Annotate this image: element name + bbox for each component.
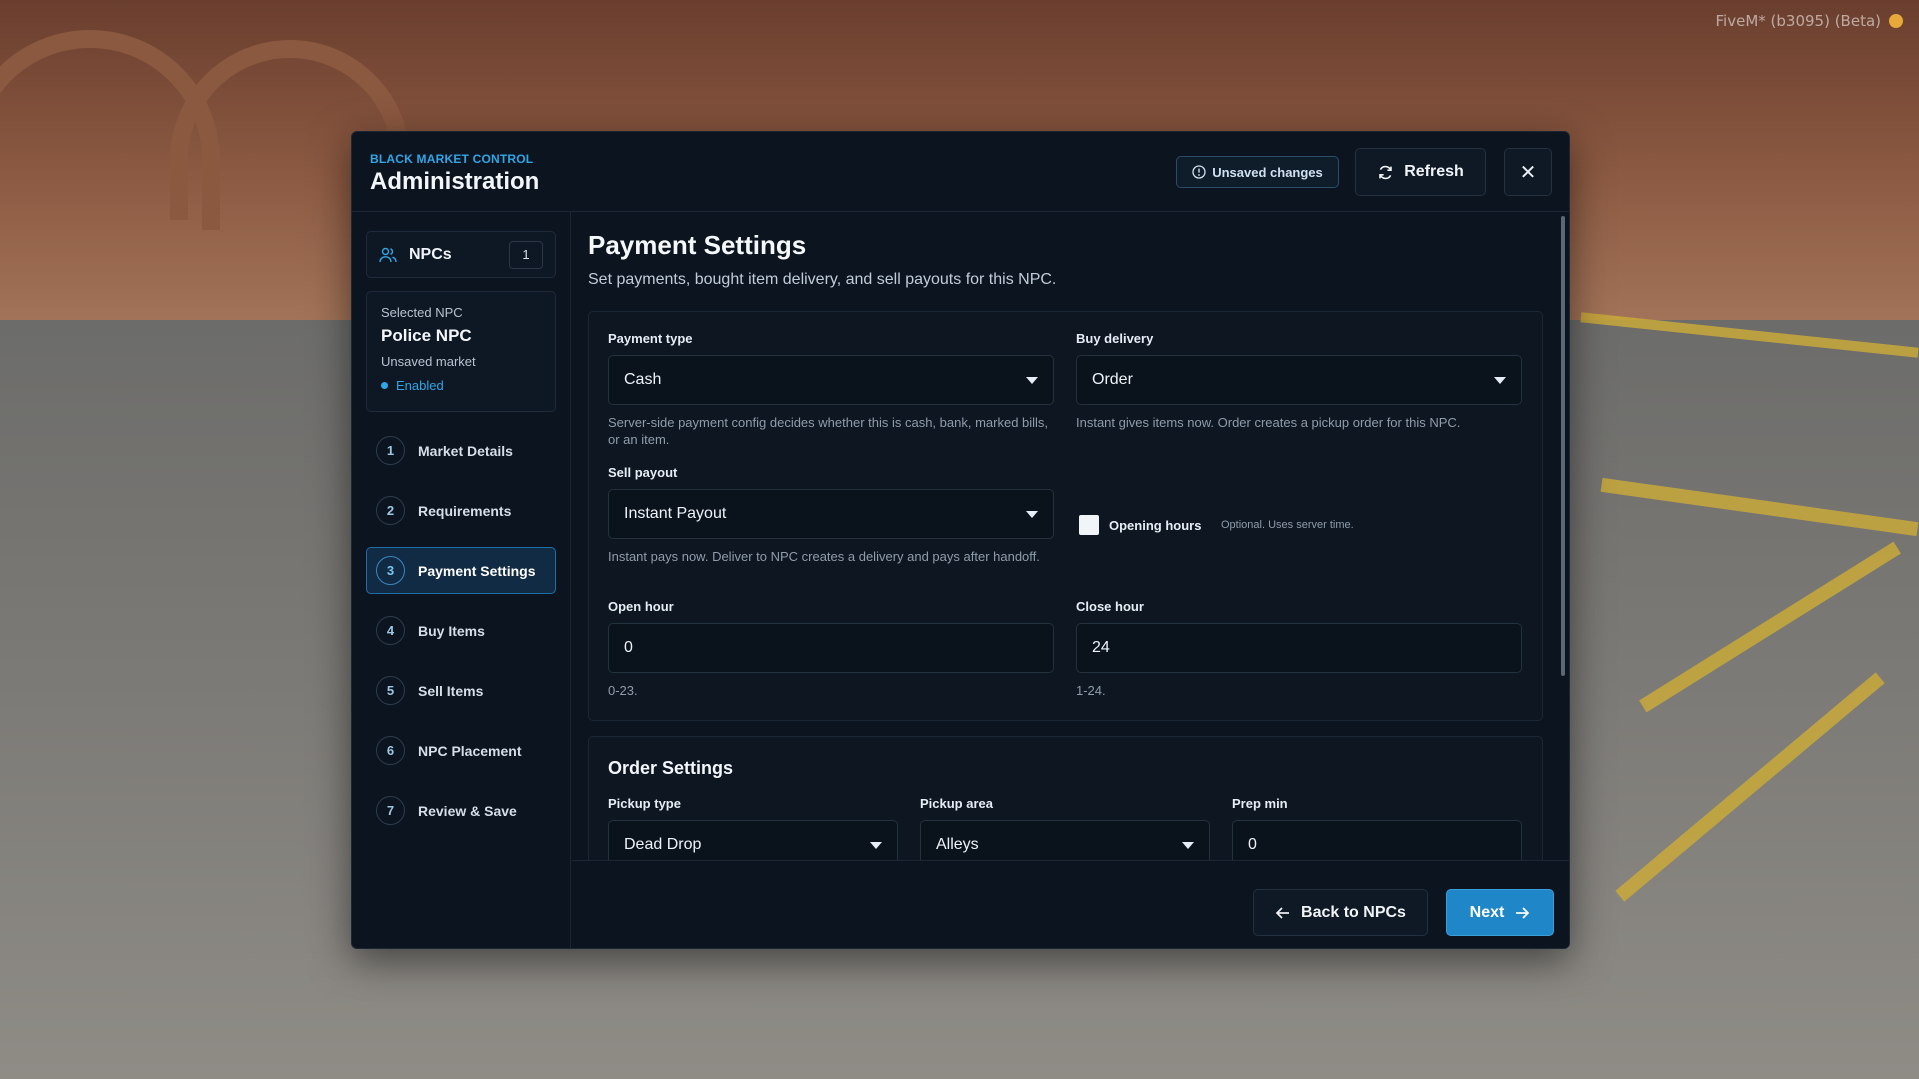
arrow-left-icon <box>1275 906 1290 919</box>
npcs-tab[interactable]: NPCs 1 <box>366 231 556 278</box>
refresh-button[interactable]: Refresh <box>1355 148 1486 196</box>
refresh-icon <box>1379 165 1392 179</box>
npc-status-label: Enabled <box>396 378 444 393</box>
app-eyebrow: BLACK MARKET CONTROL <box>370 152 534 166</box>
page-title: Payment Settings <box>588 230 807 260</box>
open-hour-input[interactable]: 0 <box>608 623 1054 673</box>
buy-delivery-value: Order <box>1092 371 1133 388</box>
pickup-area-select[interactable]: Alleys <box>920 820 1210 860</box>
step-number: 3 <box>376 556 405 585</box>
caret-down-icon <box>1026 376 1038 384</box>
step-buy-items[interactable]: 4 Buy Items <box>366 607 556 654</box>
info-circle-icon <box>1192 165 1206 179</box>
payment-type-select[interactable]: Cash <box>608 355 1054 405</box>
content-scrollbar[interactable] <box>1561 216 1565 676</box>
next-button[interactable]: Next <box>1446 889 1554 936</box>
close-icon: ✕ <box>1519 161 1537 184</box>
modal-title: Administration <box>370 168 540 195</box>
refresh-label: Refresh <box>1404 163 1464 180</box>
sell-payout-label: Sell payout <box>608 465 678 480</box>
admin-modal: BLACK MARKET CONTROL Administration Unsa… <box>351 131 1570 949</box>
pickup-type-value: Dead Drop <box>624 836 702 853</box>
order-settings-panel: Order Settings Pickup type Dead Drop Pic… <box>588 736 1543 860</box>
modal-header: BLACK MARKET CONTROL Administration Unsa… <box>352 132 1569 212</box>
open-hour-value: 0 <box>624 639 633 656</box>
caret-down-icon <box>1182 841 1194 849</box>
close-button[interactable]: ✕ <box>1504 148 1552 196</box>
main-content: Payment Settings Set payments, bought it… <box>572 212 1569 860</box>
step-label: Requirements <box>418 502 512 519</box>
caret-down-icon <box>1494 376 1506 384</box>
fivem-logo-icon <box>1889 14 1903 28</box>
fivem-watermark: FiveM* (b3095) (Beta) <box>1715 12 1881 30</box>
step-label: Review & Save <box>418 802 517 819</box>
step-number: 5 <box>376 676 405 705</box>
pickup-type-select[interactable]: Dead Drop <box>608 820 898 860</box>
order-settings-title: Order Settings <box>608 758 734 778</box>
step-review-save[interactable]: 7 Review & Save <box>366 787 556 834</box>
close-hour-value: 24 <box>1092 639 1110 656</box>
page-subtitle: Set payments, bought item delivery, and … <box>588 271 1057 288</box>
wizard-steps: 1 Market Details 2 Requirements 3 Paymen… <box>366 427 556 847</box>
step-number: 2 <box>376 496 405 525</box>
prep-min-input[interactable]: 0 <box>1232 820 1522 860</box>
pickup-type-label: Pickup type <box>608 796 681 811</box>
step-label: Buy Items <box>418 622 485 639</box>
prep-min-label: Prep min <box>1232 796 1288 811</box>
back-to-npcs-button[interactable]: Back to NPCs <box>1253 889 1428 936</box>
step-label: Payment Settings <box>418 562 536 579</box>
sell-payout-value: Instant Payout <box>624 505 727 522</box>
pickup-area-value: Alleys <box>936 836 979 853</box>
arrow-right-icon <box>1516 906 1530 919</box>
step-number: 7 <box>376 796 405 825</box>
opening-hours-checkbox[interactable] <box>1079 515 1099 535</box>
payment-type-hint: Server-side payment config decides wheth… <box>608 415 1049 447</box>
close-hour-label: Close hour <box>1076 599 1144 614</box>
step-number: 6 <box>376 736 405 765</box>
next-label: Next <box>1469 903 1505 921</box>
step-requirements[interactable]: 2 Requirements <box>366 487 556 534</box>
close-hour-hint: 1-24. <box>1076 683 1106 698</box>
step-sell-items[interactable]: 5 Sell Items <box>366 667 556 714</box>
opening-hours-label: Opening hours <box>1109 518 1202 533</box>
step-label: NPC Placement <box>418 742 522 759</box>
buy-delivery-hint: Instant gives items now. Order creates a… <box>1076 415 1461 430</box>
back-to-npcs-label: Back to NPCs <box>1301 903 1406 921</box>
payment-type-label: Payment type <box>608 331 693 346</box>
step-number: 1 <box>376 436 405 465</box>
npcs-tab-label: NPCs <box>409 245 452 263</box>
npc-status: Enabled <box>381 378 541 393</box>
users-icon <box>379 247 397 262</box>
step-npc-placement[interactable]: 6 NPC Placement <box>366 727 556 774</box>
sidebar: NPCs 1 Selected NPC Police NPC Unsaved m… <box>352 212 571 948</box>
buy-delivery-select[interactable]: Order <box>1076 355 1522 405</box>
selected-npc-market: Unsaved market <box>381 354 476 369</box>
opening-hours-note: Optional. Uses server time. <box>1221 519 1354 531</box>
selected-npc-name: Police NPC <box>381 326 472 345</box>
caret-down-icon <box>1026 510 1038 518</box>
pickup-area-label: Pickup area <box>920 796 993 811</box>
status-dot-icon <box>381 382 388 389</box>
npcs-count-badge: 1 <box>509 240 543 269</box>
sell-payout-hint: Instant pays now. Deliver to NPC creates… <box>608 549 1040 564</box>
unsaved-changes-badge: Unsaved changes <box>1176 156 1339 188</box>
selected-npc-card: Selected NPC Police NPC Unsaved market E… <box>366 291 556 412</box>
open-hour-label: Open hour <box>608 599 674 614</box>
step-number: 4 <box>376 616 405 645</box>
buy-delivery-label: Buy delivery <box>1076 331 1154 346</box>
step-market-details[interactable]: 1 Market Details <box>366 427 556 474</box>
sell-payout-select[interactable]: Instant Payout <box>608 489 1054 539</box>
prep-min-value: 0 <box>1248 836 1257 853</box>
step-label: Sell Items <box>418 682 484 699</box>
unsaved-changes-label: Unsaved changes <box>1212 164 1323 180</box>
step-label: Market Details <box>418 442 513 459</box>
close-hour-input[interactable]: 24 <box>1076 623 1522 673</box>
open-hour-hint: 0-23. <box>608 683 638 698</box>
selected-npc-label: Selected NPC <box>381 305 463 320</box>
caret-down-icon <box>870 841 882 849</box>
payment-type-value: Cash <box>624 371 662 388</box>
step-payment-settings[interactable]: 3 Payment Settings <box>366 547 556 594</box>
payment-panel: Payment type Cash Server-side payment co… <box>588 311 1543 721</box>
